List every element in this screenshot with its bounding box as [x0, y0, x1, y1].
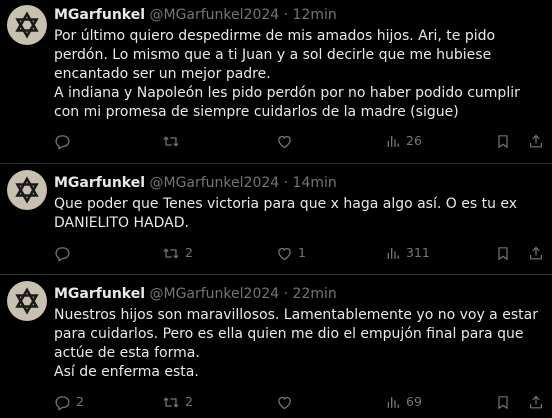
bookmark-button[interactable] — [495, 243, 511, 263]
views-icon — [387, 396, 399, 408]
tweet-paragraph: Que poder que Tenes victoria para que x … — [54, 196, 518, 231]
reply-button[interactable] — [54, 243, 76, 263]
avatar[interactable] — [7, 281, 47, 321]
like-icon — [278, 135, 291, 148]
bookmark-button[interactable] — [495, 131, 511, 151]
separator-dot: · — [283, 175, 289, 191]
tweet-header: MGarfunkel @MGarfunkel2024 · 22min — [54, 284, 337, 304]
reply-button[interactable] — [54, 131, 76, 151]
share-icon — [530, 395, 542, 408]
tweet-2[interactable]: MGarfunkel @MGarfunkel2024 · 14min Que p… — [0, 164, 552, 274]
bookmark-button[interactable] — [495, 392, 511, 412]
views-count: 311 — [406, 245, 430, 260]
retweet-icon — [163, 396, 179, 408]
retweet-count: 2 — [185, 394, 193, 409]
tweet-text: Por último quiero despedirme de mis amad… — [54, 27, 548, 122]
tweet-3[interactable]: MGarfunkel @MGarfunkel2024 · 22min Nuest… — [0, 275, 552, 418]
share-button[interactable] — [528, 131, 544, 151]
timestamp[interactable]: 14min — [293, 175, 337, 191]
tweet-1[interactable]: MGarfunkel @MGarfunkel2024 · 12min Por ú… — [0, 0, 552, 163]
retweet-button[interactable]: 2 — [162, 243, 193, 263]
action-bar: 26 — [54, 131, 548, 151]
reply-icon — [55, 395, 70, 411]
like-icon — [278, 247, 291, 260]
like-button[interactable] — [276, 392, 298, 412]
separator-dot: · — [283, 286, 289, 302]
like-icon — [278, 396, 291, 409]
bookmark-icon — [498, 246, 508, 260]
reply-button[interactable]: 2 — [54, 392, 84, 412]
star-of-david-icon — [15, 11, 39, 39]
star-of-david-icon — [15, 176, 39, 204]
like-count: 1 — [298, 245, 306, 260]
avatar[interactable] — [7, 5, 47, 45]
timestamp[interactable]: 12min — [293, 7, 337, 23]
reply-icon — [55, 134, 70, 150]
views-button[interactable]: 26 — [385, 131, 422, 151]
retweet-button[interactable] — [162, 131, 185, 151]
tweet-text: Nuestros hijos son maravillosos. Lamenta… — [54, 306, 548, 382]
action-bar: 2 2 69 — [54, 392, 548, 412]
bookmark-icon — [498, 395, 508, 409]
tweet-paragraph: Por último quiero despedirme de mis amad… — [54, 28, 496, 82]
share-button[interactable] — [528, 392, 544, 412]
reply-icon — [55, 246, 70, 262]
tweet-paragraph: Así de enferma esta. — [54, 364, 199, 380]
retweet-button[interactable]: 2 — [162, 392, 193, 412]
views-icon — [387, 247, 399, 259]
like-button[interactable] — [276, 131, 298, 151]
tweet-paragraph: A indiana y Napoleón les pido perdón por… — [54, 85, 520, 120]
star-of-david-icon — [15, 287, 39, 315]
retweet-icon — [163, 135, 179, 147]
tweet-text: Que poder que Tenes victoria para que x … — [54, 195, 548, 233]
share-icon — [530, 246, 542, 259]
reply-count: 2 — [76, 394, 84, 409]
retweet-icon — [163, 247, 179, 259]
share-button[interactable] — [528, 243, 544, 263]
views-icon — [387, 135, 399, 147]
tweet-paragraph: Nuestros hijos son maravillosos. Lamenta… — [54, 307, 538, 361]
author-name[interactable]: MGarfunkel — [54, 286, 145, 302]
separator-dot: · — [283, 7, 289, 23]
views-count: 26 — [406, 133, 422, 148]
tweet-header: MGarfunkel @MGarfunkel2024 · 12min — [54, 5, 337, 25]
views-button[interactable]: 69 — [385, 392, 422, 412]
author-handle[interactable]: @MGarfunkel2024 — [149, 286, 279, 302]
retweet-count: 2 — [185, 245, 193, 260]
author-name[interactable]: MGarfunkel — [54, 175, 145, 191]
author-handle[interactable]: @MGarfunkel2024 — [149, 175, 279, 191]
share-icon — [530, 134, 542, 147]
author-name[interactable]: MGarfunkel — [54, 7, 145, 23]
tweet-header: MGarfunkel @MGarfunkel2024 · 14min — [54, 173, 337, 193]
action-bar: 2 1 311 — [54, 243, 548, 263]
views-button[interactable]: 311 — [385, 243, 430, 263]
author-handle[interactable]: @MGarfunkel2024 — [149, 7, 279, 23]
like-button[interactable]: 1 — [276, 243, 306, 263]
bookmark-icon — [498, 134, 508, 148]
avatar[interactable] — [7, 170, 47, 210]
views-count: 69 — [406, 394, 422, 409]
timestamp[interactable]: 22min — [293, 286, 337, 302]
